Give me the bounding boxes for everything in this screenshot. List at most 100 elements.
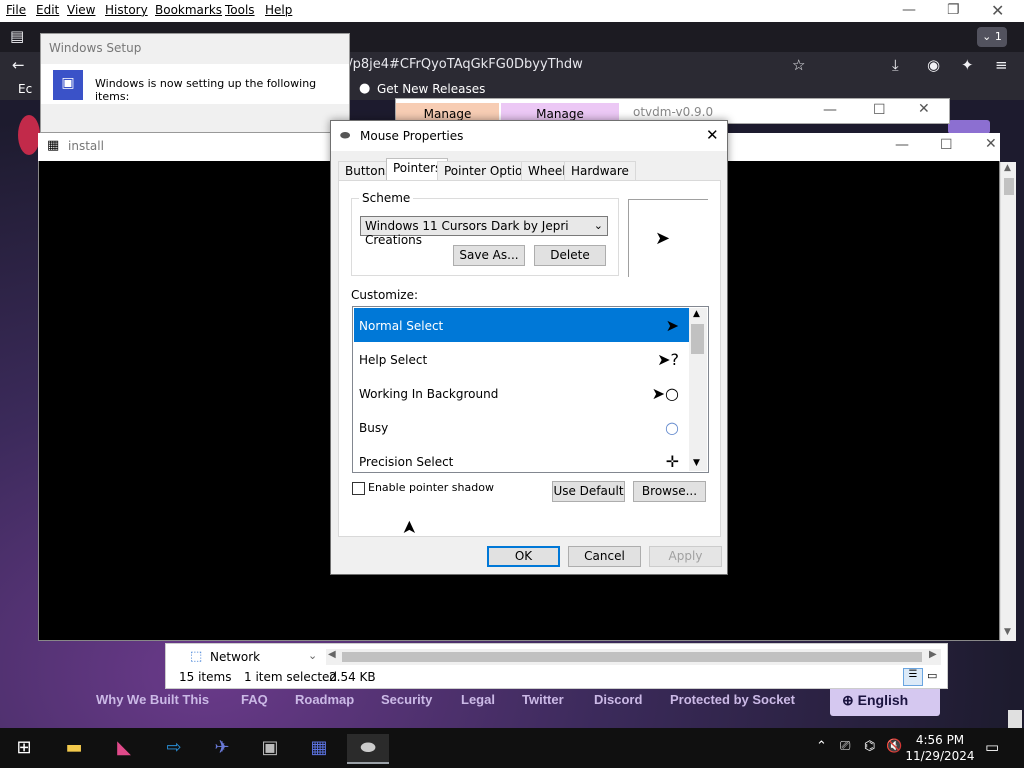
scroll-up-icon[interactable]: ▲ <box>1004 163 1011 173</box>
firefox-view-icon[interactable]: ▤ <box>10 27 24 45</box>
account-icon[interactable]: ◉ <box>927 56 940 74</box>
list-item[interactable]: Help Select ➤? <box>354 342 689 376</box>
page-scrollbar[interactable] <box>1008 710 1022 728</box>
explorer-window: ⬚ Network ⌄ ◀ ▶ 15 items 1 item selected… <box>165 643 948 689</box>
link-why-we-built-this[interactable]: Why We Built This <box>96 692 209 707</box>
details-view-icon[interactable]: ☰ <box>903 668 923 686</box>
menu-edit[interactable]: Edit <box>36 3 59 17</box>
tab-hardware[interactable]: Hardware <box>564 161 636 181</box>
minimize-icon[interactable]: — <box>902 2 916 18</box>
app-arrow-icon[interactable]: ⇨ <box>153 734 195 764</box>
windows-setup-icon[interactable]: ▦ <box>298 734 340 764</box>
scroll-thumb[interactable] <box>1004 178 1014 195</box>
file-explorer-icon[interactable]: ▬ <box>53 734 95 764</box>
dialog-title: Mouse Properties <box>360 129 464 143</box>
windows-setup-window: Windows Setup ▣ Windows is now setting u… <box>40 33 350 133</box>
setup-message: Windows is now setting up the following … <box>95 77 317 103</box>
otvdm-maximize-icon[interactable]: ☐ <box>873 102 886 118</box>
scheme-select[interactable]: Windows 11 Cursors Dark by Jepri Creatio… <box>360 216 608 247</box>
h-scroll-thumb[interactable] <box>342 652 922 662</box>
nav-network[interactable]: Network <box>210 650 260 664</box>
extensions-icon[interactable]: ✦ <box>961 56 974 74</box>
app-bird-icon[interactable]: ✈ <box>201 734 243 764</box>
clock[interactable]: 4:56 PM 11/29/2024 <box>900 733 980 763</box>
site-button[interactable] <box>948 120 990 134</box>
apply-button[interactable]: Apply <box>649 546 722 567</box>
list-item[interactable]: Busy ○ <box>354 410 689 444</box>
nav-expand-icon[interactable]: ⌄ <box>308 649 317 662</box>
menu-bookmarks[interactable]: Bookmarks <box>155 3 222 17</box>
device-icon[interactable]: ⎚ <box>840 739 850 754</box>
horizontal-scrollbar[interactable]: ◀ ▶ <box>326 649 941 665</box>
bookmark-star-icon[interactable]: ☆ <box>792 56 805 74</box>
restore-icon[interactable]: ❐ <box>947 2 960 18</box>
menu-tools[interactable]: Tools <box>225 3 255 17</box>
chevron-up-icon[interactable]: ⌃ <box>816 739 827 754</box>
shadow-checkbox[interactable] <box>352 482 365 495</box>
menu-history[interactable]: History <box>105 3 148 17</box>
link-twitter[interactable]: Twitter <box>522 692 564 707</box>
menu-icon[interactable]: ≡ <box>995 56 1008 74</box>
scroll-down-icon[interactable]: ▼ <box>693 458 700 468</box>
link-security[interactable]: Security <box>381 692 432 707</box>
list-item[interactable]: Normal Select ➤ <box>354 308 689 342</box>
close-icon[interactable]: ✕ <box>991 1 1004 20</box>
bookmark-get-new-releases[interactable]: Get New Releases <box>377 82 485 96</box>
arrow-icon: ➤ <box>665 316 679 335</box>
menu-file[interactable]: File <box>6 3 26 17</box>
delete-button[interactable]: Delete <box>534 245 606 266</box>
menu-help[interactable]: Help <box>265 3 292 17</box>
cancel-button[interactable]: Cancel <box>568 546 641 567</box>
crosshair-icon: ✛ <box>665 452 679 471</box>
menu-view[interactable]: View <box>67 3 95 17</box>
cursor-name: Normal Select <box>359 319 444 333</box>
setup-app-icon[interactable]: ▣ <box>249 734 291 764</box>
notification-icon[interactable]: ▭ <box>985 738 999 756</box>
otvdm-minimize-icon[interactable]: — <box>823 102 837 118</box>
scroll-right-icon[interactable]: ▶ <box>929 649 937 660</box>
list-scrollbar[interactable]: ▲ ▼ <box>689 308 707 471</box>
link-discord[interactable]: Discord <box>594 692 642 707</box>
language-button[interactable]: ⊕ English <box>830 686 940 716</box>
mouse-properties-icon[interactable]: ⬬ <box>347 734 389 764</box>
list-scroll-thumb[interactable] <box>691 324 704 354</box>
install-maximize-icon[interactable]: ☐ <box>940 137 953 153</box>
large-icons-view-icon[interactable]: ▭ <box>927 669 937 682</box>
dialog-close-icon[interactable]: ✕ <box>706 126 719 144</box>
site-logo-icon <box>18 115 40 155</box>
install-app-icon: ▦ <box>47 138 60 153</box>
back-icon[interactable]: ← <box>12 56 25 74</box>
globe-icon: ⊕ <box>842 692 854 708</box>
network-icon: ⬚ <box>190 649 203 664</box>
url-text[interactable]: p/p8je4#CFrQyoTAqGkFG0DbyyThdw <box>340 57 583 72</box>
link-protected-by-socket[interactable]: Protected by Socket <box>670 692 795 707</box>
otvdm-close-icon[interactable]: ✕ <box>918 101 930 117</box>
app-cat-icon[interactable]: ◣ <box>103 734 145 764</box>
dialog-titlebar: ⬬ Mouse Properties ✕ <box>331 121 727 151</box>
browse-button[interactable]: Browse... <box>633 481 706 502</box>
link-roadmap[interactable]: Roadmap <box>295 692 354 707</box>
cursor-list[interactable]: Normal Select ➤ Help Select ➤? Working I… <box>352 306 709 473</box>
otvdm-title: otvdm-v0.9.0 <box>633 105 714 119</box>
use-default-button[interactable]: Use Default <box>552 481 625 502</box>
mouse-cursor-icon: ➤ <box>399 519 421 536</box>
list-item[interactable]: Working In Background ➤○ <box>354 376 689 410</box>
link-legal[interactable]: Legal <box>461 692 495 707</box>
link-faq[interactable]: FAQ <box>241 692 268 707</box>
scroll-left-icon[interactable]: ◀ <box>328 649 336 660</box>
setup-computer-icon: ▣ <box>53 70 83 100</box>
network-tray-icon[interactable]: ⌬ <box>864 739 875 754</box>
install-minimize-icon[interactable]: — <box>895 137 909 153</box>
scroll-up-icon[interactable]: ▲ <box>693 309 700 319</box>
scroll-down-icon[interactable]: ▼ <box>1004 627 1011 637</box>
tab-list-button[interactable]: ⌄ 1 <box>977 27 1007 47</box>
install-close-icon[interactable]: ✕ <box>985 136 997 152</box>
download-icon[interactable]: ⤓ <box>892 56 899 74</box>
install-scrollbar[interactable]: ▲ ▼ <box>1000 162 1016 641</box>
shadow-label: Enable pointer shadow <box>368 481 494 494</box>
list-item[interactable]: Precision Select ✛ <box>354 444 689 472</box>
start-icon[interactable]: ⊞ <box>3 734 45 764</box>
bookmark-partial[interactable]: Ec <box>18 82 32 96</box>
ok-button[interactable]: OK <box>487 546 560 567</box>
save-as-button[interactable]: Save As... <box>453 245 525 266</box>
